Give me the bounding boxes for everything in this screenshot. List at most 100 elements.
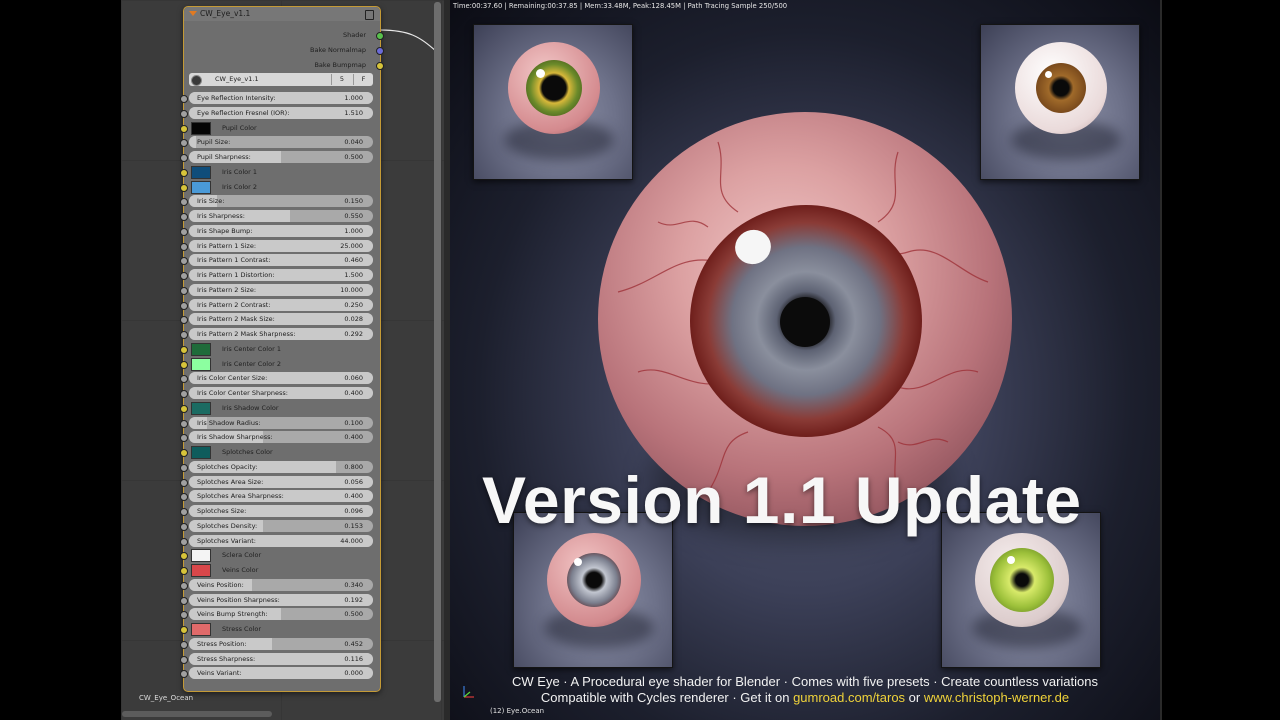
value-slider[interactable]: Iris Shape Bump: 1.000 [189, 225, 373, 237]
color-swatch[interactable] [191, 623, 211, 636]
slider-input-row[interactable]: Splotches Area Size: 0.056 [189, 476, 373, 488]
value-slider[interactable]: Splotches Area Size: 0.056 [189, 476, 373, 488]
slider-input-row[interactable]: Eye Reflection Fresnel (IOR): 1.510 [189, 107, 373, 119]
input-socket[interactable] [180, 213, 188, 221]
slider-input-row[interactable]: Veins Bump Strength: 0.500 [189, 608, 373, 620]
slider-input-row[interactable]: Iris Pattern 1 Distortion: 1.500 [189, 269, 373, 281]
input-socket[interactable] [180, 479, 188, 487]
value-slider[interactable]: Splotches Density: 0.153 [189, 520, 373, 532]
value-slider[interactable]: Splotches Size: 0.096 [189, 505, 373, 517]
value-slider[interactable]: Iris Color Center Sharpness: 0.400 [189, 387, 373, 399]
slider-input-row[interactable]: Splotches Area Sharpness: 0.400 [189, 490, 373, 502]
input-socket[interactable] [180, 302, 188, 310]
input-socket[interactable] [180, 597, 188, 605]
color-input-row[interactable]: Stress Color [189, 623, 373, 636]
slider-input-row[interactable]: Iris Pattern 2 Size: 10.000 [189, 284, 373, 296]
color-input-row[interactable]: Iris Color 1 [189, 166, 373, 179]
node-tree-icon[interactable] [191, 75, 202, 86]
input-socket[interactable] [180, 552, 188, 560]
input-socket[interactable] [180, 523, 188, 531]
value-slider[interactable]: Iris Pattern 2 Size: 10.000 [189, 284, 373, 296]
color-input-row[interactable]: Splotches Color [189, 446, 373, 459]
input-socket[interactable] [180, 110, 188, 118]
color-swatch[interactable] [191, 358, 211, 371]
input-socket[interactable] [180, 464, 188, 472]
output-socket[interactable] [376, 47, 384, 55]
color-swatch[interactable] [191, 564, 211, 577]
value-slider[interactable]: Iris Shadow Sharpness: 0.400 [189, 431, 373, 443]
input-socket[interactable] [180, 670, 188, 678]
color-swatch[interactable] [191, 343, 211, 356]
value-slider[interactable]: Pupil Size: 0.040 [189, 136, 373, 148]
slider-input-row[interactable]: Stress Sharpness: 0.116 [189, 653, 373, 665]
value-slider[interactable]: Eye Reflection Fresnel (IOR): 1.510 [189, 107, 373, 119]
input-socket[interactable] [180, 420, 188, 428]
input-socket[interactable] [180, 508, 188, 516]
slider-input-row[interactable]: Eye Reflection Intensity: 1.000 [189, 92, 373, 104]
input-socket[interactable] [180, 272, 188, 280]
value-slider[interactable]: Splotches Variant: 44.000 [189, 535, 373, 547]
value-slider[interactable]: Veins Bump Strength: 0.500 [189, 608, 373, 620]
input-socket[interactable] [180, 331, 188, 339]
slider-input-row[interactable]: Iris Size: 0.150 [189, 195, 373, 207]
input-socket[interactable] [180, 316, 188, 324]
input-socket[interactable] [180, 567, 188, 575]
output-socket[interactable] [376, 32, 384, 40]
input-socket[interactable] [180, 198, 188, 206]
slider-input-row[interactable]: Iris Shadow Sharpness: 0.400 [189, 431, 373, 443]
input-socket[interactable] [180, 228, 188, 236]
color-input-row[interactable]: Pupil Color [189, 122, 373, 135]
value-slider[interactable]: Iris Sharpness: 0.550 [189, 210, 373, 222]
value-slider[interactable]: Iris Shadow Radius: 0.100 [189, 417, 373, 429]
group-users-count[interactable]: 5 [331, 74, 352, 85]
color-input-row[interactable]: Sclera Color [189, 549, 373, 562]
input-socket[interactable] [180, 493, 188, 501]
input-socket[interactable] [180, 375, 188, 383]
slider-input-row[interactable]: Pupil Sharpness: 0.500 [189, 151, 373, 163]
color-input-row[interactable]: Veins Color [189, 564, 373, 577]
slider-input-row[interactable]: Splotches Density: 0.153 [189, 520, 373, 532]
input-socket[interactable] [180, 434, 188, 442]
color-input-row[interactable]: Iris Shadow Color [189, 402, 373, 415]
input-socket[interactable] [180, 538, 188, 546]
fake-user-button[interactable]: F [353, 74, 373, 85]
slider-input-row[interactable]: Iris Pattern 2 Mask Sharpness: 0.292 [189, 328, 373, 340]
slider-input-row[interactable]: Iris Pattern 2 Mask Size: 0.028 [189, 313, 373, 325]
slider-input-row[interactable]: Iris Pattern 2 Contrast: 0.250 [189, 299, 373, 311]
value-slider[interactable]: Veins Variant: 0.000 [189, 667, 373, 679]
value-slider[interactable]: Stress Position: 0.452 [189, 638, 373, 650]
node-group-selector[interactable]: CW_Eye_v1.1 5 F [189, 73, 373, 86]
input-socket[interactable] [180, 346, 188, 354]
input-socket[interactable] [180, 125, 188, 133]
value-slider[interactable]: Iris Size: 0.150 [189, 195, 373, 207]
color-swatch[interactable] [191, 446, 211, 459]
slider-input-row[interactable]: Veins Position: 0.340 [189, 579, 373, 591]
value-slider[interactable]: Splotches Opacity: 0.800 [189, 461, 373, 473]
value-slider[interactable]: Eye Reflection Intensity: 1.000 [189, 92, 373, 104]
slider-input-row[interactable]: Iris Color Center Sharpness: 0.400 [189, 387, 373, 399]
slider-input-row[interactable]: Iris Pattern 1 Contrast: 0.460 [189, 254, 373, 266]
slider-input-row[interactable]: Veins Variant: 0.000 [189, 667, 373, 679]
slider-input-row[interactable]: Iris Sharpness: 0.550 [189, 210, 373, 222]
color-swatch[interactable] [191, 549, 211, 562]
color-swatch[interactable] [191, 122, 211, 135]
color-input-row[interactable]: Iris Color 2 [189, 181, 373, 194]
slider-input-row[interactable]: Splotches Variant: 44.000 [189, 535, 373, 547]
slider-input-row[interactable]: Iris Shadow Radius: 0.100 [189, 417, 373, 429]
node-group-icon[interactable] [365, 10, 374, 20]
slider-input-row[interactable]: Pupil Size: 0.040 [189, 136, 373, 148]
collapse-triangle-icon[interactable] [189, 11, 197, 16]
value-slider[interactable]: Iris Pattern 2 Contrast: 0.250 [189, 299, 373, 311]
value-slider[interactable]: Veins Position: 0.340 [189, 579, 373, 591]
input-socket[interactable] [180, 95, 188, 103]
horizontal-scrollbar[interactable] [122, 711, 272, 717]
input-socket[interactable] [180, 257, 188, 265]
value-slider[interactable]: Iris Pattern 1 Size: 25.000 [189, 240, 373, 252]
website-link[interactable]: www.christoph-werner.de [924, 690, 1069, 705]
input-socket[interactable] [180, 169, 188, 177]
vertical-scrollbar[interactable] [434, 2, 441, 702]
node-header[interactable]: CW_Eye_v1.1 [184, 7, 380, 21]
value-slider[interactable]: Iris Pattern 1 Distortion: 1.500 [189, 269, 373, 281]
color-swatch[interactable] [191, 402, 211, 415]
input-socket[interactable] [180, 361, 188, 369]
